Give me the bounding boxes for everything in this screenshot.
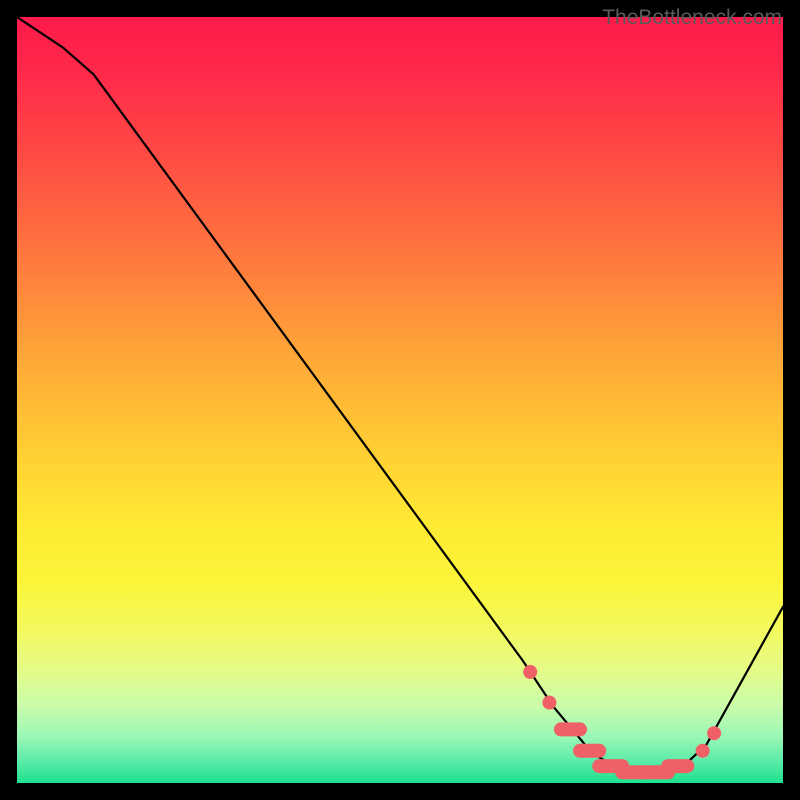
chart-svg bbox=[17, 17, 783, 783]
marker-dot bbox=[696, 744, 710, 758]
marker-dot bbox=[542, 696, 556, 710]
marker-dot bbox=[707, 726, 721, 740]
curve-line bbox=[17, 17, 783, 774]
marker-dot bbox=[523, 665, 537, 679]
watermark-text: TheBottleneck.com bbox=[602, 6, 782, 30]
marker-group bbox=[523, 665, 721, 772]
plot-area bbox=[17, 17, 783, 783]
